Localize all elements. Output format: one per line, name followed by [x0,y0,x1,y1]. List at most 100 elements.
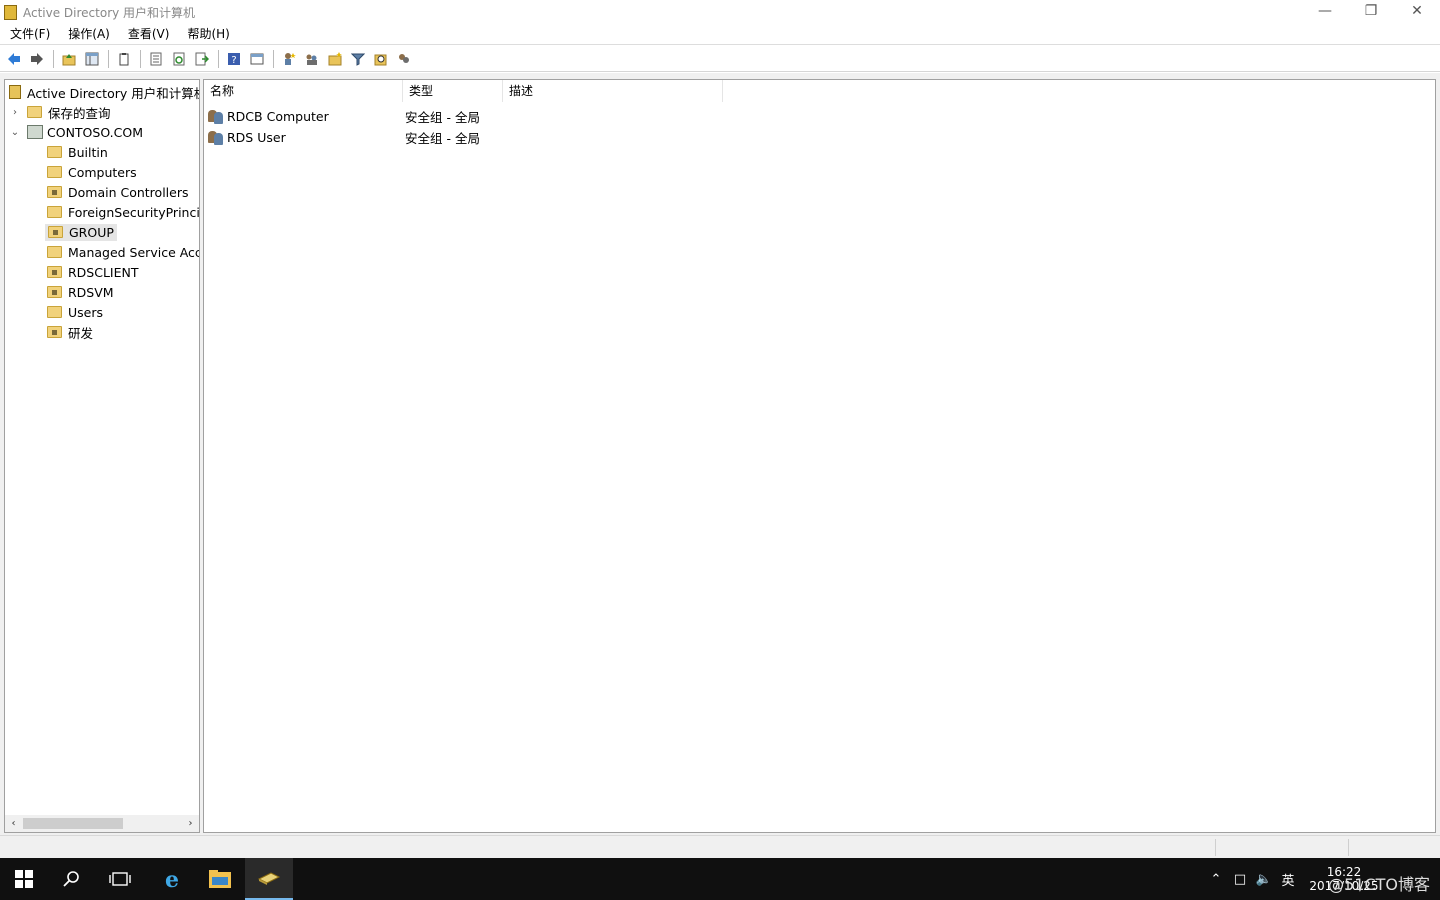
tree-item-label: CONTOSO.COM [47,124,143,140]
find-icon[interactable] [370,48,392,70]
domain-icon [27,125,43,139]
tree-item-saved-queries[interactable]: › 保存的查询 [9,102,111,122]
tree-item-computers[interactable]: Computers [47,162,137,182]
list-item-type: 安全组 - 全局 [405,109,480,125]
ou-icon [47,186,62,198]
tree-item-label: RDSVM [68,284,114,300]
scroll-right-icon[interactable]: › [182,818,199,829]
tree-item-domain-controllers[interactable]: Domain Controllers [47,182,188,202]
tree-item-label: Managed Service Accounts [68,244,199,260]
tree-item-group[interactable]: GROUP [45,222,117,242]
tree-item-users[interactable]: Users [47,302,103,322]
column-header-name[interactable]: 名称 [204,80,403,102]
tree-item-label: RDSCLIENT [68,264,139,280]
minimize-button[interactable]: — [1302,0,1348,22]
internet-explorer-icon[interactable]: e [148,858,196,900]
export-icon[interactable] [191,48,213,70]
properties-icon[interactable] [145,48,167,70]
ime-indicator[interactable]: 英 [1276,870,1300,889]
ou-icon [47,286,62,298]
windows-start-icon[interactable] [0,858,48,900]
menu-bar: 文件(F) 操作(A) 查看(V) 帮助(H) [0,24,1440,45]
new-group-icon[interactable] [301,48,323,70]
toolbar-separator [53,49,54,68]
filter-icon[interactable] [347,48,369,70]
file-explorer-icon[interactable] [196,858,244,900]
tree-item-rnd[interactable]: 研发 [47,322,93,342]
tree-item-label: Computers [68,164,137,180]
menu-action[interactable]: 操作(A) [58,24,118,44]
scroll-left-icon[interactable]: ‹ [5,818,22,829]
chevron-up-icon[interactable]: ⌃ [1204,872,1228,887]
folder-icon [47,306,62,318]
tree-item-foreign-security-principals[interactable]: ForeignSecurityPrincipals [47,202,200,222]
tree-horizontal-scrollbar[interactable]: ‹ › [5,815,199,832]
menu-view[interactable]: 查看(V) [118,24,178,44]
watermark: @51CTO博客 [1328,875,1430,894]
tree-item-label: ForeignSecurityPrincipals [68,204,200,220]
folder-icon [47,206,62,218]
tree-item-label: Users [68,304,104,320]
tree-item-label: 研发 [68,325,94,341]
column-header-type[interactable]: 类型 [403,80,503,102]
tree-item-managed-service-accounts[interactable]: Managed Service Accounts [47,242,199,262]
menu-file[interactable]: 文件(F) [0,24,58,44]
network-icon[interactable]: □ [1228,872,1252,887]
up-folder-icon[interactable] [58,48,80,70]
snapin-icon [9,85,21,99]
list-header: 名称 类型 描述 [204,80,1435,102]
close-button[interactable]: ✕ [1394,0,1440,22]
tree-item-label: Builtin [68,144,108,160]
scrollbar-thumb[interactable] [23,818,123,829]
group-icon [208,130,224,145]
app-icon [4,4,17,20]
refresh-icon[interactable] [168,48,190,70]
tree-root[interactable]: Active Directory 用户和计算机 [9,82,200,102]
tree-item-rdsvm[interactable]: RDSVM [47,282,114,302]
new-user-icon[interactable] [278,48,300,70]
tree-item-domain[interactable]: ⌄ CONTOSO.COM [9,122,143,142]
status-bar [0,835,1440,858]
restore-button[interactable]: ❐ [1348,0,1394,22]
tree-item-label: GROUP [69,224,114,240]
clipboard-icon[interactable] [113,48,135,70]
folder-icon [47,246,62,258]
tree-root-label: Active Directory 用户和计算机 [27,85,200,101]
toolbar-separator [218,49,219,68]
search-icon[interactable] [48,858,96,900]
chevron-right-icon[interactable]: › [9,107,21,118]
show-hide-tree-icon[interactable] [81,48,103,70]
tree-item-builtin[interactable]: Builtin [47,142,108,162]
forward-icon[interactable] [26,48,48,70]
ou-icon [48,226,63,238]
list-item[interactable]: RDCB Computer 安全组 - 全局 [208,106,505,126]
tree-item-label: Domain Controllers [68,184,189,200]
svg-text:?: ? [231,55,236,66]
add-to-group-icon[interactable] [393,48,415,70]
back-icon[interactable] [3,48,25,70]
tree-item-label: 保存的查询 [48,105,111,121]
status-divider [1348,839,1349,856]
help-icon[interactable]: ? [223,48,245,70]
list-item-name: RDS User [227,129,286,145]
column-header-description[interactable]: 描述 [503,80,723,102]
tree-item-rdsclient[interactable]: RDSCLIENT [47,262,139,282]
workspace: Active Directory 用户和计算机 › 保存的查询 ⌄ CONTOS… [0,73,1440,858]
toolbar-separator [108,49,109,68]
chevron-down-icon[interactable]: ⌄ [9,127,21,138]
view-icon[interactable] [246,48,268,70]
new-ou-icon[interactable] [324,48,346,70]
svg-text:e: e [165,867,179,891]
list-item[interactable]: RDS User 安全组 - 全局 [208,127,505,147]
volume-muted-icon[interactable]: 🔈 [1252,872,1276,887]
title-bar: Active Directory 用户和计算机 — ❐ ✕ [0,0,1440,24]
ou-icon [47,326,62,338]
details-pane: 名称 类型 描述 RDCB Computer 安全组 - 全局 RDS User… [203,79,1436,833]
toolbar-separator [273,49,274,68]
status-divider [1215,839,1216,856]
task-view-icon[interactable] [96,858,144,900]
ou-icon [47,266,62,278]
ad-users-computers-taskbar-icon[interactable] [245,858,293,900]
menu-help[interactable]: 帮助(H) [177,24,237,44]
folder-icon [47,166,62,178]
